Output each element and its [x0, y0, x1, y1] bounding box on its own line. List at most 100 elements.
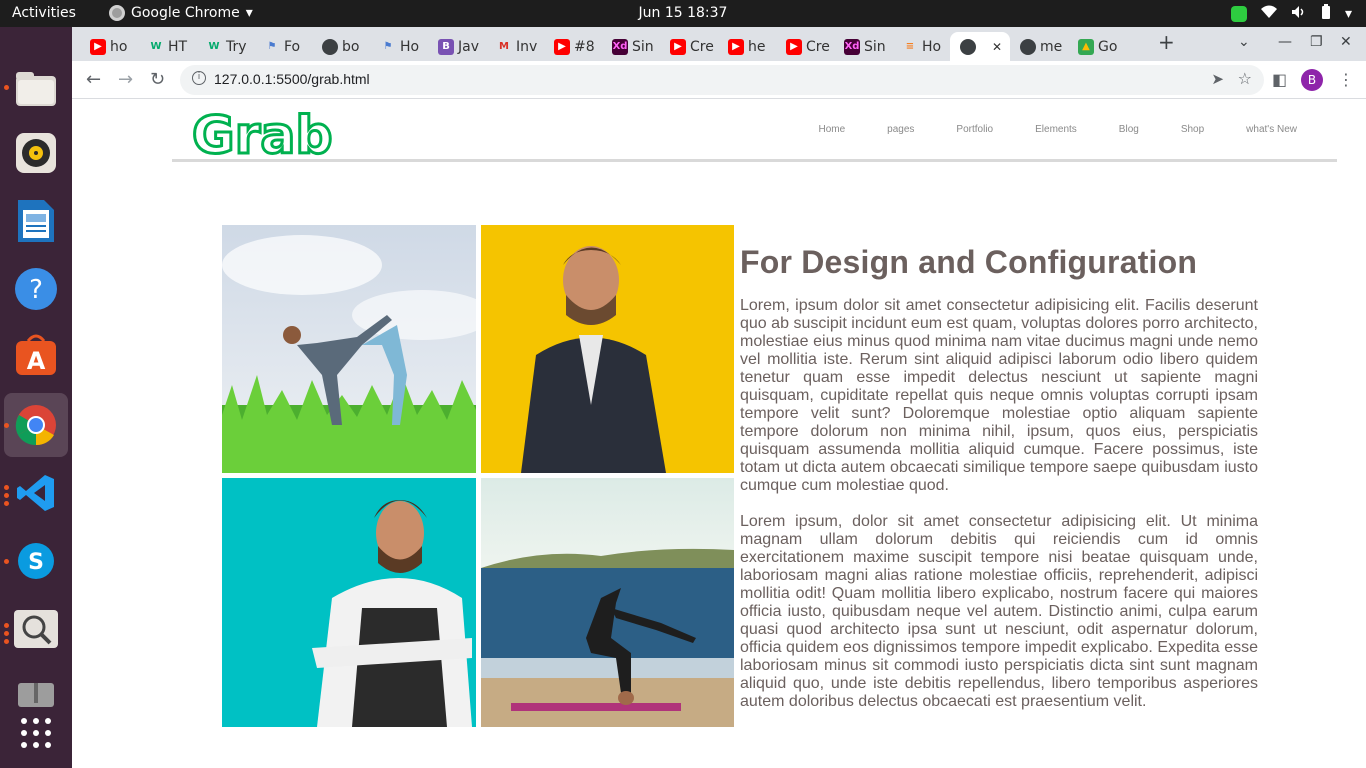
address-bar[interactable]: i 127.0.0.1:5500/grab.html ➤ ☆	[180, 65, 1264, 95]
browser-tab[interactable]: bo	[312, 32, 368, 61]
show-apps-icon[interactable]	[14, 711, 58, 755]
clock[interactable]: Jun 15 18:37	[639, 5, 728, 21]
menu-kebab-icon[interactable]: ⋮	[1338, 70, 1354, 89]
activities-button[interactable]: Activities	[12, 5, 76, 21]
maximize-button[interactable]: ❐	[1310, 34, 1323, 50]
youtube-icon: ▶	[786, 38, 802, 55]
tab-label: Ho	[922, 38, 942, 55]
browser-tab[interactable]: me	[1010, 32, 1066, 61]
power-menu-chevron-icon[interactable]: ▾	[1345, 6, 1352, 22]
volume-icon[interactable]	[1291, 5, 1307, 23]
writer-icon[interactable]	[14, 199, 58, 243]
browser-tab[interactable]: ▶ he	[718, 32, 774, 61]
photo-yoga-beach	[481, 478, 734, 727]
nav-link[interactable]: Home	[818, 124, 845, 135]
svg-text:S: S	[28, 550, 44, 575]
stackoverflow-icon: ≡	[905, 41, 915, 52]
youtube-icon: ▶	[90, 38, 106, 55]
url-text[interactable]: 127.0.0.1:5500/grab.html	[214, 71, 370, 87]
send-icon[interactable]: ➤	[1211, 70, 1224, 88]
app-center-icon[interactable]: A	[14, 333, 58, 377]
system-tray[interactable]: ▾	[1230, 4, 1352, 24]
back-arrow-icon[interactable]: ←	[86, 69, 101, 90]
browser-tab[interactable]: W HT	[138, 32, 194, 61]
vscode-icon[interactable]	[14, 471, 58, 515]
forward-arrow-icon[interactable]: →	[118, 69, 133, 90]
tab-label: bo	[342, 38, 360, 55]
close-tab-icon[interactable]: ✕	[992, 40, 1002, 54]
bootstrap-icon: B	[438, 38, 454, 55]
browser-tab[interactable]: ✕	[950, 32, 1010, 61]
globe-icon	[322, 38, 338, 55]
browser-tab[interactable]: ▶ Cre	[776, 32, 832, 61]
youtube-icon: ▶	[670, 38, 686, 55]
tab-label: he	[748, 38, 766, 55]
chrome-app-icon	[109, 5, 125, 21]
reload-icon[interactable]: ↻	[150, 69, 165, 90]
tab-strip: ▶ ho W HT W Try ⚑ Fo bo ⚑ Ho B Jav M Inv ▶ #8 Xd Sin ▶ Cre ▶ h…	[72, 27, 1366, 61]
help-icon[interactable]: ?	[14, 267, 58, 311]
minimize-button[interactable]: —	[1278, 34, 1292, 50]
browser-tab[interactable]: ⚑ Ho	[370, 32, 426, 61]
chrome-icon[interactable]	[14, 403, 58, 447]
browser-toolbar: ← → ↻ i 127.0.0.1:5500/grab.html ➤ ☆ ◧ B…	[72, 61, 1366, 99]
side-panel-icon[interactable]: ◧	[1272, 70, 1287, 89]
browser-tab[interactable]: ▶ #8	[544, 32, 600, 61]
nav-link[interactable]: pages	[887, 124, 914, 135]
globe-icon	[960, 38, 976, 55]
gmail-icon: M	[499, 41, 509, 52]
tab-label: ho	[110, 38, 128, 55]
files-icon[interactable]	[14, 67, 58, 111]
close-window-button[interactable]: ✕	[1340, 34, 1352, 50]
app-name: Google Chrome	[131, 5, 240, 21]
nav-link[interactable]: Portfolio	[956, 124, 993, 135]
browser-tab[interactable]: ▲ Go	[1068, 32, 1124, 61]
nav-link[interactable]: Blog	[1119, 124, 1139, 135]
site-info-icon[interactable]: i	[192, 71, 206, 85]
battery-icon[interactable]	[1321, 4, 1331, 24]
tab-label: Cre	[806, 38, 830, 55]
skype-icon[interactable]: S	[14, 539, 58, 583]
photo-man-yellow	[481, 225, 734, 473]
flag-icon: ⚑	[267, 41, 277, 52]
globe-icon	[1020, 38, 1036, 55]
nav-link[interactable]: Elements	[1035, 124, 1077, 135]
main-nav: Home pages Portfolio Elements Blog Shop what's…	[776, 124, 1297, 135]
tab-search-chevron-icon[interactable]: ⌄	[1238, 34, 1250, 50]
tab-label: Try	[226, 38, 247, 55]
bookmark-star-icon[interactable]: ☆	[1238, 69, 1252, 88]
browser-tab[interactable]: B Jav	[428, 32, 484, 61]
new-tab-button[interactable]: +	[1158, 30, 1175, 54]
browser-tab[interactable]: M Inv	[486, 32, 542, 61]
update-shield-icon[interactable]	[1230, 6, 1247, 22]
grab-logo[interactable]: Grab	[191, 103, 335, 168]
chevron-down-icon: ▾	[245, 5, 253, 21]
w3schools-icon: W	[208, 41, 220, 52]
photo-man-teal	[222, 478, 476, 727]
browser-tab[interactable]: Xd Sin	[602, 32, 658, 61]
browser-tab[interactable]: W Try	[196, 32, 252, 61]
browser-tab[interactable]: ≡ Ho	[892, 32, 948, 61]
tab-label: Fo	[284, 38, 301, 55]
tab-label: Ho	[400, 38, 420, 55]
browser-tab[interactable]: ⚑ Fo	[254, 32, 310, 61]
browser-tab[interactable]: Xd Sin	[834, 32, 890, 61]
wifi-icon[interactable]	[1260, 5, 1277, 23]
nav-link[interactable]: Shop	[1181, 124, 1204, 135]
app-menu[interactable]: Google Chrome ▾	[109, 5, 253, 21]
tab-label: Inv	[516, 38, 538, 55]
section-heading: For Design and Configuration	[740, 244, 1198, 280]
profile-avatar[interactable]: B	[1301, 69, 1323, 91]
svg-text:A: A	[27, 347, 46, 375]
image-viewer-icon[interactable]	[14, 607, 58, 651]
browser-tab[interactable]: ▶ ho	[80, 32, 136, 61]
tab-label: me	[1040, 38, 1063, 55]
xd-icon: Xd	[612, 38, 628, 55]
browser-tab[interactable]: ▶ Cre	[660, 32, 716, 61]
site-header: Grab Home pages Portfolio Elements Blog Shop w…	[172, 100, 1337, 168]
nav-link[interactable]: what's New	[1246, 124, 1297, 135]
photo-yoga-grass	[222, 225, 476, 473]
content-section: For Design and Configuration Lorem, ipsu…	[740, 244, 1258, 729]
rhythmbox-icon[interactable]	[14, 131, 58, 175]
system-top-bar: Activities Google Chrome ▾ Jun 15 18:37 …	[0, 0, 1366, 27]
